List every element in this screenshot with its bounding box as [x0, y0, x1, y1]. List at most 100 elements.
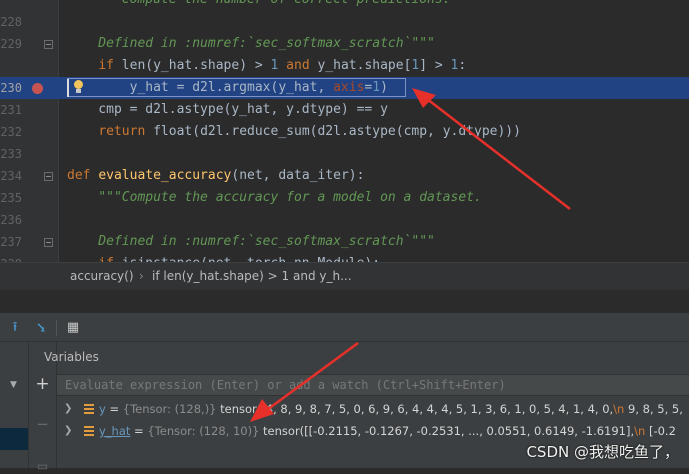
- line-number: 228: [0, 15, 22, 29]
- code-text: """Compute the number of correct predict…: [67, 0, 450, 11]
- code-line[interactable]: 237 Defined in :numref:`sec_softmax_scra…: [0, 231, 689, 253]
- code-line[interactable]: 234 def evaluate_accuracy(net, data_iter)…: [0, 165, 689, 187]
- variable-equals: =: [130, 424, 148, 438]
- breadcrumb-separator: ›: [139, 269, 144, 283]
- code-token: Defined in :numref:`sec_softmax_scratch`…: [67, 36, 435, 51]
- execution-point-highlight: [67, 78, 406, 97]
- code-token: """Compute the accuracy for a model on a…: [67, 190, 482, 205]
- code-text: def evaluate_accuracy(net, data_iter):: [67, 165, 364, 187]
- variable-name: y_hat: [99, 424, 131, 438]
- code-line[interactable]: 232 return float(d2l.reduce_sum(d2l.asty…: [0, 121, 689, 143]
- code-text: Defined in :numref:`sec_softmax_scratch`…: [67, 231, 435, 253]
- add-watch-icon[interactable]: +: [28, 376, 57, 393]
- code-editor[interactable]: """Compute the number of correct predict…: [0, 0, 689, 262]
- watermark: CSDN @我想吃鱼了，: [526, 443, 679, 461]
- debug-toolbar: ⭱ ⭸ ▦: [0, 314, 689, 342]
- fold-marker-icon[interactable]: [44, 238, 53, 247]
- code-token: ] >: [419, 58, 451, 73]
- step-out-icon[interactable]: ⭱: [6, 319, 24, 337]
- code-token: 1: [270, 58, 287, 73]
- expand-chevron-icon[interactable]: ❯: [64, 420, 72, 442]
- line-number: 238: [0, 253, 22, 262]
- code-line[interactable]: 238 if isinstance(net, torch.nn.Module):: [0, 253, 689, 262]
- code-line[interactable]: 233: [0, 143, 689, 165]
- code-text: Defined in :numref:`sec_softmax_scratch`…: [67, 33, 435, 55]
- variable-entry: y_hat = {Tensor: (128, 10)} tensor([[-0.…: [99, 420, 676, 442]
- run-to-cursor-icon[interactable]: ⭸: [32, 319, 50, 337]
- line-number: 232: [0, 125, 22, 139]
- fold-marker-icon[interactable]: [44, 172, 53, 181]
- frames-dropdown-icon[interactable]: ▼: [10, 380, 17, 390]
- code-line[interactable]: 228: [0, 11, 689, 33]
- line-number: 234: [0, 169, 22, 183]
- toolbar-divider: [56, 320, 57, 336]
- fold-marker-icon[interactable]: [44, 40, 53, 49]
- code-token: and: [286, 58, 318, 73]
- code-text: """Compute the accuracy for a model on a…: [67, 187, 482, 209]
- variable-newline-marker: \n: [613, 402, 625, 416]
- code-line[interactable]: if len(y_hat.shape) > 1 and y_hat.shape[…: [0, 55, 689, 77]
- code-token: """Compute the number of correct predict…: [67, 0, 450, 7]
- variable-newline-marker: \n: [634, 424, 646, 438]
- code-token: evaluate_accuracy: [98, 168, 232, 183]
- code-token: Defined in :numref:`sec_softmax_scratch`…: [67, 234, 435, 249]
- code-text: cmp = d2l.astype(y_hat, y.dtype) == y: [67, 99, 388, 121]
- line-number: 230: [0, 81, 22, 95]
- code-token: (net, data_iter):: [231, 168, 365, 183]
- variable-type: {Tensor: (128, 10)}: [147, 424, 260, 438]
- line-number: 235: [0, 191, 22, 205]
- tensor-variable-icon: [84, 426, 94, 436]
- variable-row-y[interactable]: ❯ y = {Tensor: (128,)} tensor([4, 8, 9, …: [57, 398, 689, 420]
- panel-splitter[interactable]: [0, 290, 689, 314]
- variable-value: tensor([4, 8, 9, 8, 7, 5, 0, 6, 9, 6, 4,…: [216, 402, 614, 416]
- code-token: cmp = d2l.astype(y_hat, y.dtype) == y: [67, 102, 388, 117]
- frames-column: ▼: [0, 342, 29, 468]
- variables-tab-label[interactable]: Variables: [44, 350, 99, 364]
- code-line[interactable]: 230 y_hat = d2l.argmax(y_hat, axis=1): [0, 77, 689, 99]
- intention-bulb-icon[interactable]: [73, 80, 84, 95]
- line-number: 237: [0, 235, 22, 249]
- breadcrumb-item-statement[interactable]: if len(y_hat.shape) > 1 and y_h...: [152, 263, 352, 290]
- evaluate-expression-icon[interactable]: ▦: [64, 319, 82, 337]
- line-number: 233: [0, 147, 22, 161]
- code-token: return: [98, 124, 154, 139]
- variable-value-tail: 9, 8, 5, 5,: [624, 402, 683, 416]
- code-line[interactable]: """Compute the number of correct predict…: [0, 0, 689, 11]
- expand-chevron-icon[interactable]: ❯: [64, 398, 72, 420]
- evaluate-expression-placeholder: Evaluate expression (Enter) or add a wat…: [65, 378, 506, 392]
- code-token: if: [98, 58, 122, 73]
- variable-value-tail: [-0.2: [645, 424, 676, 438]
- duplicate-watch-icon[interactable]: ▭: [28, 458, 57, 474]
- variable-equals: =: [105, 402, 123, 416]
- remove-watch-icon[interactable]: −: [28, 416, 57, 432]
- variable-value: tensor([[-0.2115, -0.1267, -0.2531, ...,…: [259, 424, 635, 438]
- variable-row-y-hat[interactable]: ❯ y_hat = {Tensor: (128, 10)} tensor([[-…: [57, 420, 689, 442]
- selected-frame[interactable]: [0, 428, 28, 450]
- variable-entry: y = {Tensor: (128,)} tensor([4, 8, 9, 8,…: [99, 398, 683, 420]
- variable-type: {Tensor: (128,)}: [122, 402, 217, 416]
- variable-name: y: [99, 402, 106, 416]
- code-token: :: [458, 58, 467, 73]
- code-text: if len(y_hat.shape) > 1 and y_hat.shape[…: [67, 55, 466, 77]
- line-number: 231: [0, 103, 22, 117]
- code-token: float(d2l.reduce_sum(d2l.astype(cmp, y.d…: [153, 124, 521, 139]
- code-line[interactable]: 231 cmp = d2l.astype(y_hat, y.dtype) == …: [0, 99, 689, 121]
- line-number: 236: [0, 213, 22, 227]
- evaluate-expression-field[interactable]: Evaluate expression (Enter) or add a wat…: [57, 374, 689, 396]
- text-caret: [67, 79, 69, 97]
- tensor-variable-icon: [84, 404, 94, 414]
- code-line[interactable]: 235 """Compute the accuracy for a model …: [0, 187, 689, 209]
- breadcrumb-item-function[interactable]: accuracy(): [70, 263, 134, 290]
- code-line[interactable]: 236: [0, 209, 689, 231]
- code-text: return float(d2l.reduce_sum(d2l.astype(c…: [67, 121, 521, 143]
- code-token: y_hat.shape[: [317, 58, 412, 73]
- breakpoint-icon[interactable]: [32, 83, 43, 94]
- code-token: len(y_hat.shape) >: [121, 58, 271, 73]
- code-token: def: [67, 168, 99, 183]
- breadcrumb: accuracy() › if len(y_hat.shape) > 1 and…: [0, 262, 689, 290]
- code-text: if isinstance(net, torch.nn.Module):: [67, 253, 380, 262]
- code-line[interactable]: 229 Defined in :numref:`sec_softmax_scra…: [0, 33, 689, 55]
- line-number: 229: [0, 37, 22, 51]
